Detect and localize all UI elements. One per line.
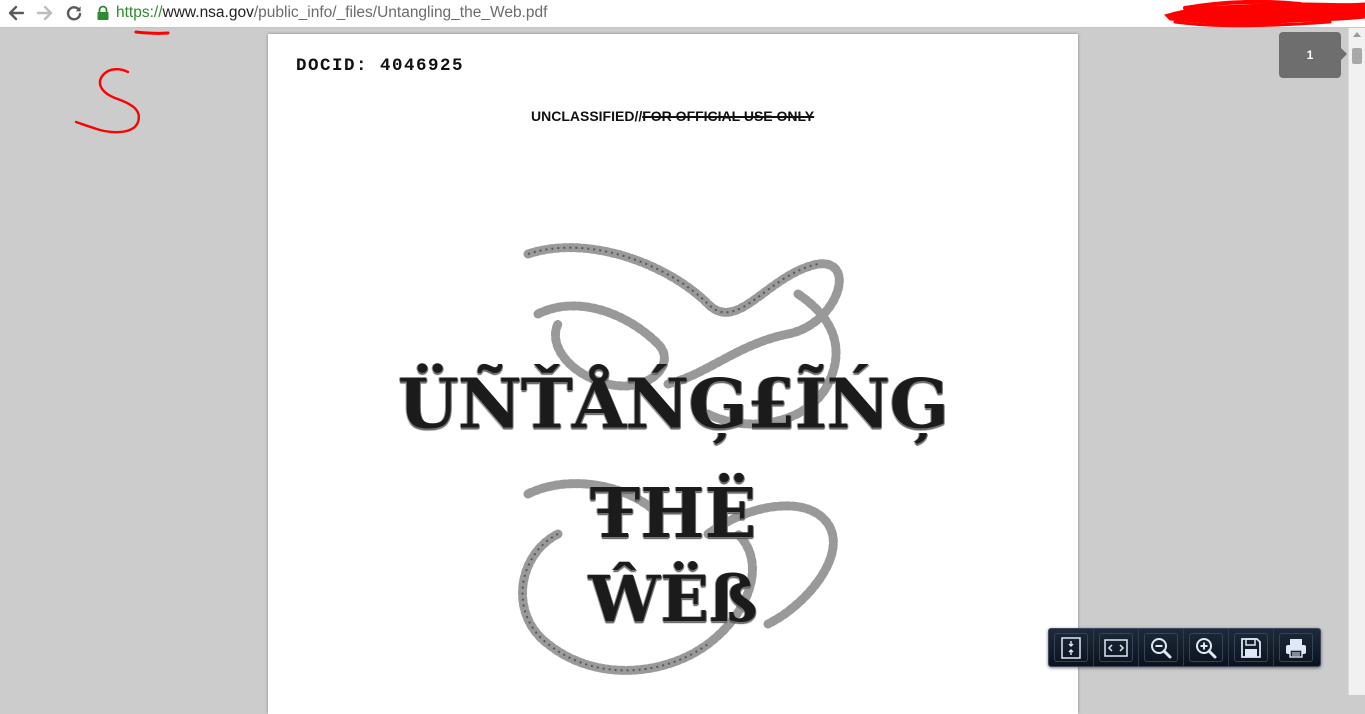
print-icon [1286, 638, 1306, 658]
reload-button[interactable] [64, 3, 84, 23]
zoom-in-icon [1196, 637, 1217, 658]
page-number-indicator: 1 [1279, 32, 1341, 78]
page-number: 1 [1306, 48, 1314, 62]
zoom-out-icon [1151, 637, 1172, 658]
save-button[interactable] [1229, 629, 1274, 666]
lock-icon [97, 5, 109, 20]
scroll-up-arrow-icon[interactable] [1353, 32, 1361, 37]
fit-width-icon [1104, 638, 1128, 657]
url-scheme: https:// [116, 4, 163, 21]
classification-marking: UNCLASSIFIED//FOR OFFICIAL USE ONLY [531, 108, 814, 124]
classification-struck-caveat: FOR OFFICIAL USE ONLY [642, 108, 815, 124]
url-path: /public_info/_files/Untangling_the_Web.p… [253, 4, 548, 21]
print-button[interactable] [1274, 629, 1318, 666]
cover-title-line-1: ÜÑŤÅŃĢ£ĨŃĢ [397, 362, 949, 445]
browser-toolbar: https://www.nsa.gov/public_info/_files/U… [0, 0, 1365, 28]
fit-width-button[interactable] [1094, 629, 1139, 666]
pdf-page: DOCID: 4046925 UNCLASSIFIED//FOR OFFICIA… [268, 34, 1078, 714]
back-arrow-icon [8, 5, 25, 21]
classification-level: UNCLASSIFIED// [531, 108, 643, 124]
handwritten-s-mark [74, 68, 141, 134]
cover-title-line-2: ŦHË [589, 474, 757, 554]
fit-page-icon [1061, 636, 1081, 659]
zoom-out-button[interactable] [1139, 629, 1184, 666]
page-indicator-pointer [1341, 48, 1347, 60]
forward-button[interactable] [35, 3, 55, 23]
url-host: www.nsa.gov [162, 4, 254, 21]
save-icon [1241, 637, 1261, 658]
url-underline-scribble [134, 30, 170, 35]
back-button[interactable] [6, 3, 26, 23]
pdf-viewer-controls [1048, 628, 1321, 667]
document-id: DOCID: 4046925 [296, 56, 465, 76]
cover-title-line-3: ŴËß [588, 562, 758, 637]
reload-icon [66, 6, 82, 21]
zoom-in-button[interactable] [1184, 629, 1229, 666]
vertical-scrollbar[interactable] [1348, 28, 1365, 695]
forward-arrow-icon [36, 5, 53, 21]
address-bar[interactable]: https://www.nsa.gov/public_info/_files/U… [96, 1, 547, 25]
scroll-thumb[interactable] [1352, 48, 1362, 64]
fit-page-button[interactable] [1049, 629, 1094, 666]
